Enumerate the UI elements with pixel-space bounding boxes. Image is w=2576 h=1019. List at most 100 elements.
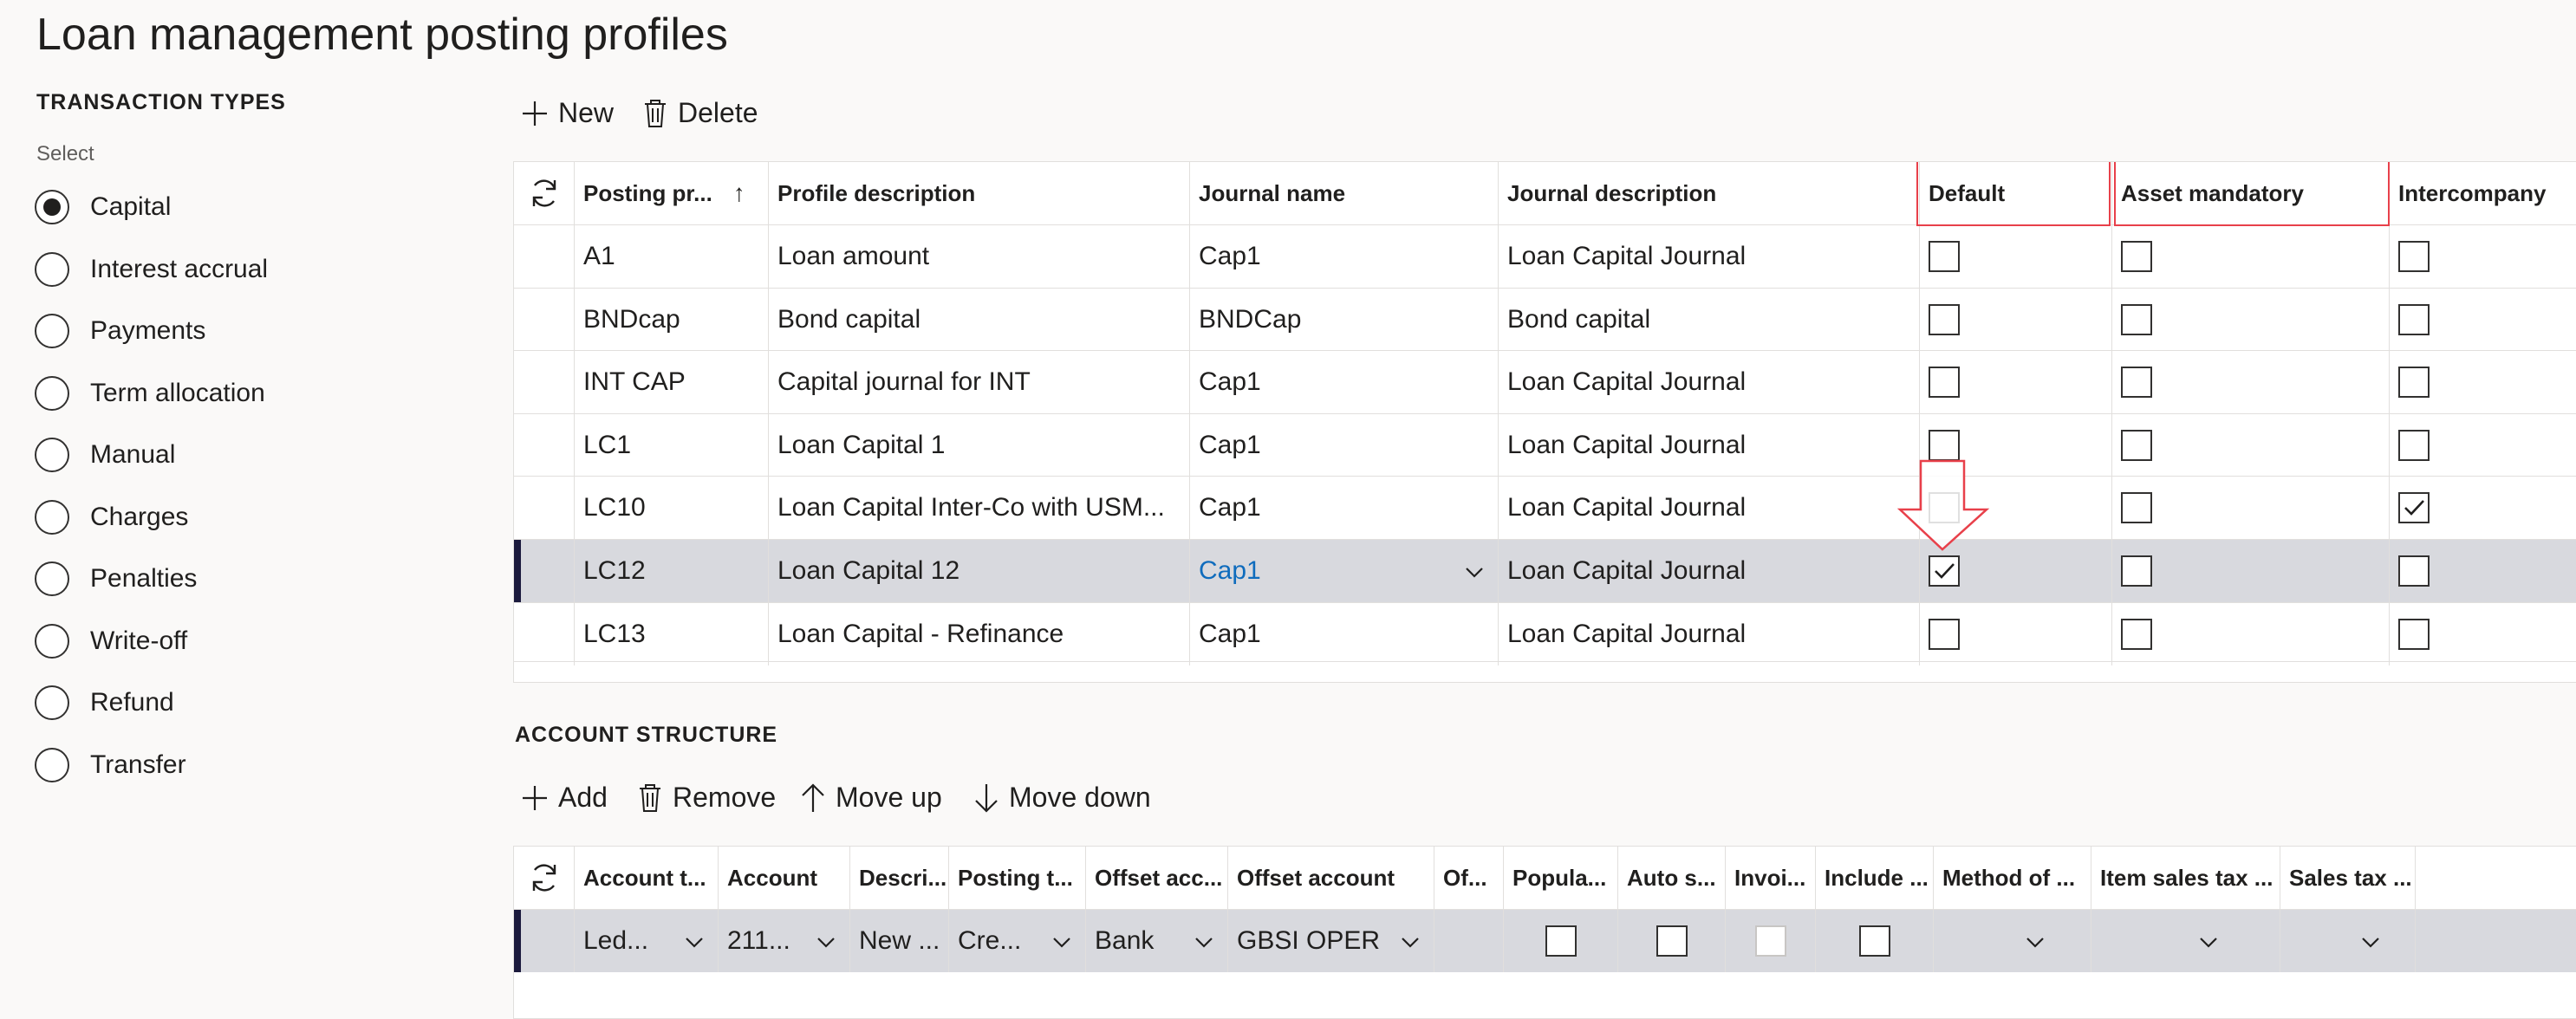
- cell[interactable]: [1726, 910, 1816, 972]
- checkbox[interactable]: [1656, 925, 1688, 957]
- checkbox[interactable]: [2121, 367, 2152, 399]
- checkbox[interactable]: [2398, 429, 2430, 461]
- checkbox[interactable]: [2398, 303, 2430, 335]
- radio-button[interactable]: [35, 499, 69, 535]
- refresh-header-cell[interactable]: [514, 847, 575, 909]
- radio-option[interactable]: Capital: [35, 184, 171, 230]
- column-header[interactable]: Offset account: [1228, 847, 1434, 909]
- delete-button[interactable]: Delete: [641, 97, 758, 129]
- cell-default[interactable]: [1920, 351, 2112, 414]
- column-header[interactable]: Popula...: [1504, 847, 1618, 909]
- column-header[interactable]: Invoi...: [1726, 847, 1816, 909]
- table-row[interactable]: BNDcap Bond capital BNDCap Bond capital: [514, 287, 2576, 351]
- column-header-journal-name[interactable]: Journal name: [1190, 162, 1499, 224]
- checkbox[interactable]: [1929, 555, 1960, 587]
- checkbox[interactable]: [1929, 367, 1960, 399]
- row-selector-cell[interactable]: [514, 225, 575, 288]
- cell-interco[interactable]: [2390, 225, 2576, 288]
- checkbox[interactable]: [2121, 241, 2152, 272]
- radio-button[interactable]: [35, 190, 69, 224]
- checkbox[interactable]: [1929, 429, 1960, 461]
- chevron-down-icon[interactable]: [2197, 931, 2220, 960]
- table-row[interactable]: INT CAP Capital journal for INT Cap1 Loan C…: [514, 350, 2576, 414]
- radio-option[interactable]: Manual: [35, 432, 175, 478]
- chevron-down-icon[interactable]: [1399, 931, 1421, 960]
- checkbox[interactable]: [2398, 618, 2430, 650]
- add-button[interactable]: Add: [520, 782, 608, 814]
- cell[interactable]: [1816, 910, 1934, 972]
- column-header[interactable]: Item sales tax ...: [2091, 847, 2280, 909]
- cell-default[interactable]: [1920, 225, 2112, 288]
- checkbox[interactable]: [1929, 241, 1960, 272]
- cell-asset[interactable]: [2112, 351, 2390, 414]
- checkbox[interactable]: [2121, 303, 2152, 335]
- chevron-down-icon[interactable]: [1193, 931, 1215, 960]
- chevron-down-icon[interactable]: [2359, 931, 2382, 960]
- chevron-down-icon[interactable]: [683, 931, 706, 960]
- radio-button[interactable]: [35, 685, 69, 720]
- cell-interco[interactable]: [2390, 289, 2576, 351]
- column-header[interactable]: Account t...: [575, 847, 719, 909]
- cell-journal[interactable]: Cap1: [1190, 540, 1499, 602]
- cell-interco[interactable]: [2390, 414, 2576, 477]
- cell-default[interactable]: [1920, 288, 2112, 351]
- checkbox[interactable]: [1929, 618, 1960, 650]
- chevron-down-icon[interactable]: [815, 931, 837, 960]
- row-selector-cell[interactable]: [514, 477, 575, 540]
- radio-option[interactable]: Write-off: [35, 618, 187, 665]
- checkbox[interactable]: [2121, 492, 2152, 524]
- radio-option[interactable]: Interest accrual: [35, 246, 268, 293]
- cell-asset[interactable]: [2112, 477, 2390, 540]
- column-header[interactable]: Posting t...: [949, 847, 1086, 909]
- column-header-intercompany[interactable]: Intercompany: [2390, 162, 2576, 224]
- move-down-button[interactable]: Move down: [973, 782, 1151, 814]
- column-header[interactable]: Of...: [1434, 847, 1504, 909]
- column-header[interactable]: Auto s...: [1618, 847, 1726, 909]
- cell[interactable]: GBSI OPER: [1228, 910, 1434, 972]
- column-header-posting-profile[interactable]: Posting pr... ↑: [575, 162, 769, 224]
- cell[interactable]: [1504, 910, 1618, 972]
- cell-interco[interactable]: [2390, 540, 2576, 602]
- checkbox[interactable]: [2121, 618, 2152, 650]
- radio-option[interactable]: Charges: [35, 494, 188, 541]
- row-selector-cell[interactable]: [514, 540, 575, 602]
- move-up-button[interactable]: Move up: [799, 782, 942, 814]
- checkbox[interactable]: [2121, 429, 2152, 461]
- cell[interactable]: [2280, 910, 2416, 972]
- column-header[interactable]: Include ...: [1816, 847, 1934, 909]
- cell-interco[interactable]: [2390, 351, 2576, 413]
- cell[interactable]: Bank: [1086, 910, 1228, 972]
- checkbox[interactable]: [2398, 367, 2430, 399]
- radio-option[interactable]: Term allocation: [35, 370, 265, 417]
- checkbox[interactable]: [1929, 303, 1960, 335]
- checkbox[interactable]: [1754, 925, 1786, 957]
- cell-default[interactable]: [1920, 602, 2112, 665]
- cell-asset[interactable]: [2112, 225, 2390, 288]
- checkbox[interactable]: [2398, 555, 2430, 587]
- table-row[interactable]: A1 Loan amount Cap1 Loan Capital Journal: [514, 224, 2576, 288]
- radio-button[interactable]: [35, 747, 69, 782]
- cell-asset[interactable]: [2112, 602, 2390, 665]
- table-row[interactable]: LC12 Loan Capital 12 Cap1 Loan Capital Jour…: [514, 539, 2576, 602]
- row-selector-cell[interactable]: [514, 602, 575, 665]
- table-row[interactable]: LC1 Loan Capital 1 Cap1 Loan Capital Journa…: [514, 412, 2576, 477]
- checkbox[interactable]: [2398, 492, 2430, 524]
- checkbox[interactable]: [1545, 925, 1577, 957]
- cell-interco[interactable]: [2390, 603, 2576, 665]
- cell[interactable]: [2091, 910, 2280, 972]
- cell[interactable]: New ...: [850, 910, 949, 972]
- column-header[interactable]: Method of ...: [1934, 847, 2091, 909]
- radio-button[interactable]: [35, 561, 69, 596]
- cell[interactable]: Led...: [575, 910, 719, 972]
- cell[interactable]: [1618, 910, 1726, 972]
- radio-option[interactable]: Penalties: [35, 555, 197, 602]
- radio-button[interactable]: [35, 314, 69, 348]
- radio-button[interactable]: [35, 438, 69, 472]
- column-header-journal-description[interactable]: Journal description: [1499, 162, 1920, 224]
- radio-button[interactable]: [35, 623, 69, 659]
- row-selector-cell[interactable]: [514, 910, 575, 972]
- column-header[interactable]: Offset acc...: [1086, 847, 1228, 909]
- cell-asset[interactable]: [2112, 288, 2390, 351]
- chevron-down-icon[interactable]: [1051, 931, 1073, 960]
- new-button[interactable]: New: [520, 97, 614, 129]
